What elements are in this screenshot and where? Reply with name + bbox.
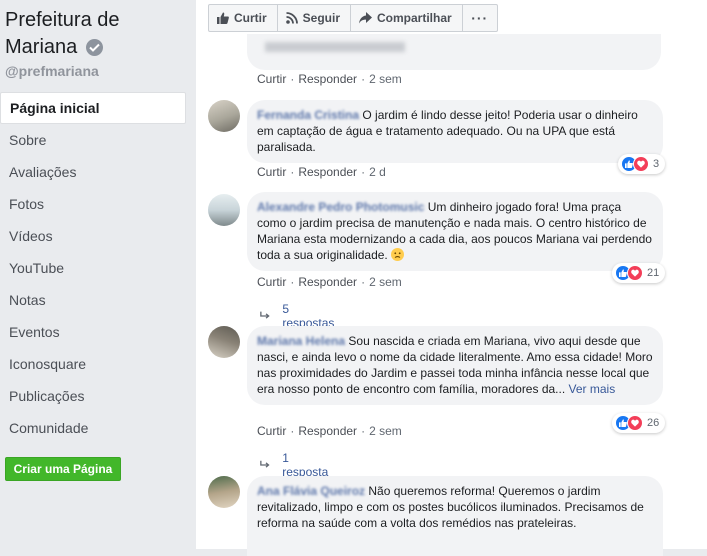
comment-author[interactable]: Ana Flávia Queiroz bbox=[257, 484, 365, 498]
like-page-label: Curtir bbox=[234, 11, 267, 25]
disappointed-emoji-icon bbox=[391, 248, 405, 261]
share-page-button[interactable]: Compartilhar bbox=[350, 4, 463, 32]
reaction-summary[interactable]: 21 bbox=[612, 263, 666, 283]
view-replies-link[interactable]: 1 resposta bbox=[260, 451, 330, 479]
nav-item-home[interactable]: Página inicial bbox=[0, 92, 186, 124]
reaction-count: 26 bbox=[647, 417, 660, 429]
nav-item-iconosquare[interactable]: Iconosquare bbox=[0, 348, 186, 380]
page-handle[interactable]: @prefmariana bbox=[5, 63, 99, 79]
reply-arrow-icon bbox=[260, 311, 270, 319]
follow-page-label: Seguir bbox=[302, 11, 341, 25]
love-reaction-icon bbox=[627, 415, 643, 431]
love-reaction-icon bbox=[627, 265, 643, 281]
comment-bubble: Mariana Helena Sou nascida e criada em M… bbox=[247, 326, 663, 405]
avatar[interactable] bbox=[208, 194, 240, 226]
nav-item-community[interactable]: Comunidade bbox=[0, 412, 186, 444]
reaction-count: 3 bbox=[653, 158, 660, 170]
reaction-count: 21 bbox=[647, 267, 660, 279]
comment-like-link[interactable]: Curtir bbox=[257, 275, 286, 289]
nav-item-videos[interactable]: Vídeos bbox=[0, 220, 186, 252]
comment-author[interactable]: Alexandre Pedro Photomusic bbox=[257, 200, 424, 214]
comment-reply-link[interactable]: Responder bbox=[298, 424, 357, 438]
nav-item-reviews[interactable]: Avaliações bbox=[0, 156, 186, 188]
like-page-button[interactable]: Curtir bbox=[208, 4, 278, 32]
comment-like-link[interactable]: Curtir bbox=[257, 424, 286, 438]
page-action-bar: Curtir Seguir Compartilhar ··· bbox=[208, 4, 498, 32]
follow-page-button[interactable]: Seguir bbox=[276, 4, 352, 32]
avatar[interactable] bbox=[208, 476, 240, 508]
comment-meta: Curtir · Responder · 2 sem bbox=[257, 424, 402, 438]
comment-bubble bbox=[247, 34, 661, 70]
reply-arrow-icon bbox=[260, 460, 270, 468]
blurred-text bbox=[265, 42, 405, 52]
see-more-link[interactable]: Ver mais bbox=[569, 382, 616, 396]
comment-timestamp[interactable]: 2 sem bbox=[369, 424, 402, 438]
love-reaction-icon bbox=[633, 156, 649, 172]
more-options-icon: ··· bbox=[471, 10, 489, 26]
comment-bubble: Fernanda Cristina O jardim é lindo desse… bbox=[247, 100, 663, 163]
comment-timestamp[interactable]: 2 d bbox=[369, 165, 386, 179]
comment-reply-link[interactable]: Responder bbox=[298, 72, 357, 86]
rss-icon bbox=[285, 12, 298, 24]
replies-count[interactable]: 1 resposta bbox=[282, 451, 330, 479]
nav-item-about[interactable]: Sobre bbox=[0, 124, 186, 156]
comment-author[interactable]: Mariana Helena bbox=[257, 334, 345, 348]
comment-reply-link[interactable]: Responder bbox=[298, 275, 357, 289]
reaction-summary[interactable]: 3 bbox=[618, 154, 666, 174]
nav-item-photos[interactable]: Fotos bbox=[0, 188, 186, 220]
create-page-button[interactable]: Criar uma Página bbox=[5, 457, 121, 481]
comment-bubble: Alexandre Pedro Photomusic Um dinheiro j… bbox=[247, 192, 663, 271]
comment-timestamp[interactable]: 2 sem bbox=[369, 72, 402, 86]
comment-timestamp[interactable]: 2 sem bbox=[369, 275, 402, 289]
comment-meta: Curtir · Responder · 2 sem bbox=[257, 275, 402, 289]
page-sidebar: Prefeitura de Mariana @prefmariana Págin… bbox=[0, 0, 196, 549]
thumbs-up-icon bbox=[217, 12, 229, 24]
nav-item-youtube[interactable]: YouTube bbox=[0, 252, 186, 284]
main-feed: Curtir Seguir Compartilhar ··· Curtir · Re… bbox=[196, 0, 707, 556]
page-nav: Página inicial Sobre Avaliações Fotos Ví… bbox=[0, 92, 186, 444]
comment-meta: Curtir · Responder · 2 sem bbox=[257, 72, 402, 86]
comment-reply-link[interactable]: Responder bbox=[298, 165, 357, 179]
page-name[interactable]: Prefeitura de Mariana bbox=[5, 7, 155, 61]
share-arrow-icon bbox=[359, 12, 373, 24]
nav-item-events[interactable]: Eventos bbox=[0, 316, 186, 348]
verified-badge-icon bbox=[86, 39, 103, 56]
comment-like-link[interactable]: Curtir bbox=[257, 165, 286, 179]
reaction-summary[interactable]: 26 bbox=[612, 413, 666, 433]
comment-bubble: Ana Flávia Queiroz Não queremos reforma!… bbox=[247, 476, 663, 556]
avatar[interactable] bbox=[208, 100, 240, 132]
more-options-button[interactable]: ··· bbox=[461, 4, 498, 32]
nav-item-notes[interactable]: Notas bbox=[0, 284, 186, 316]
comment-meta: Curtir · Responder · 2 d bbox=[257, 165, 386, 179]
nav-item-posts[interactable]: Publicações bbox=[0, 380, 186, 412]
page-name-text[interactable]: Prefeitura de Mariana bbox=[5, 7, 155, 61]
comment-like-link[interactable]: Curtir bbox=[257, 72, 286, 86]
share-page-label: Compartilhar bbox=[377, 11, 452, 25]
avatar[interactable] bbox=[208, 326, 240, 358]
comment-author[interactable]: Fernanda Cristina bbox=[257, 108, 359, 122]
